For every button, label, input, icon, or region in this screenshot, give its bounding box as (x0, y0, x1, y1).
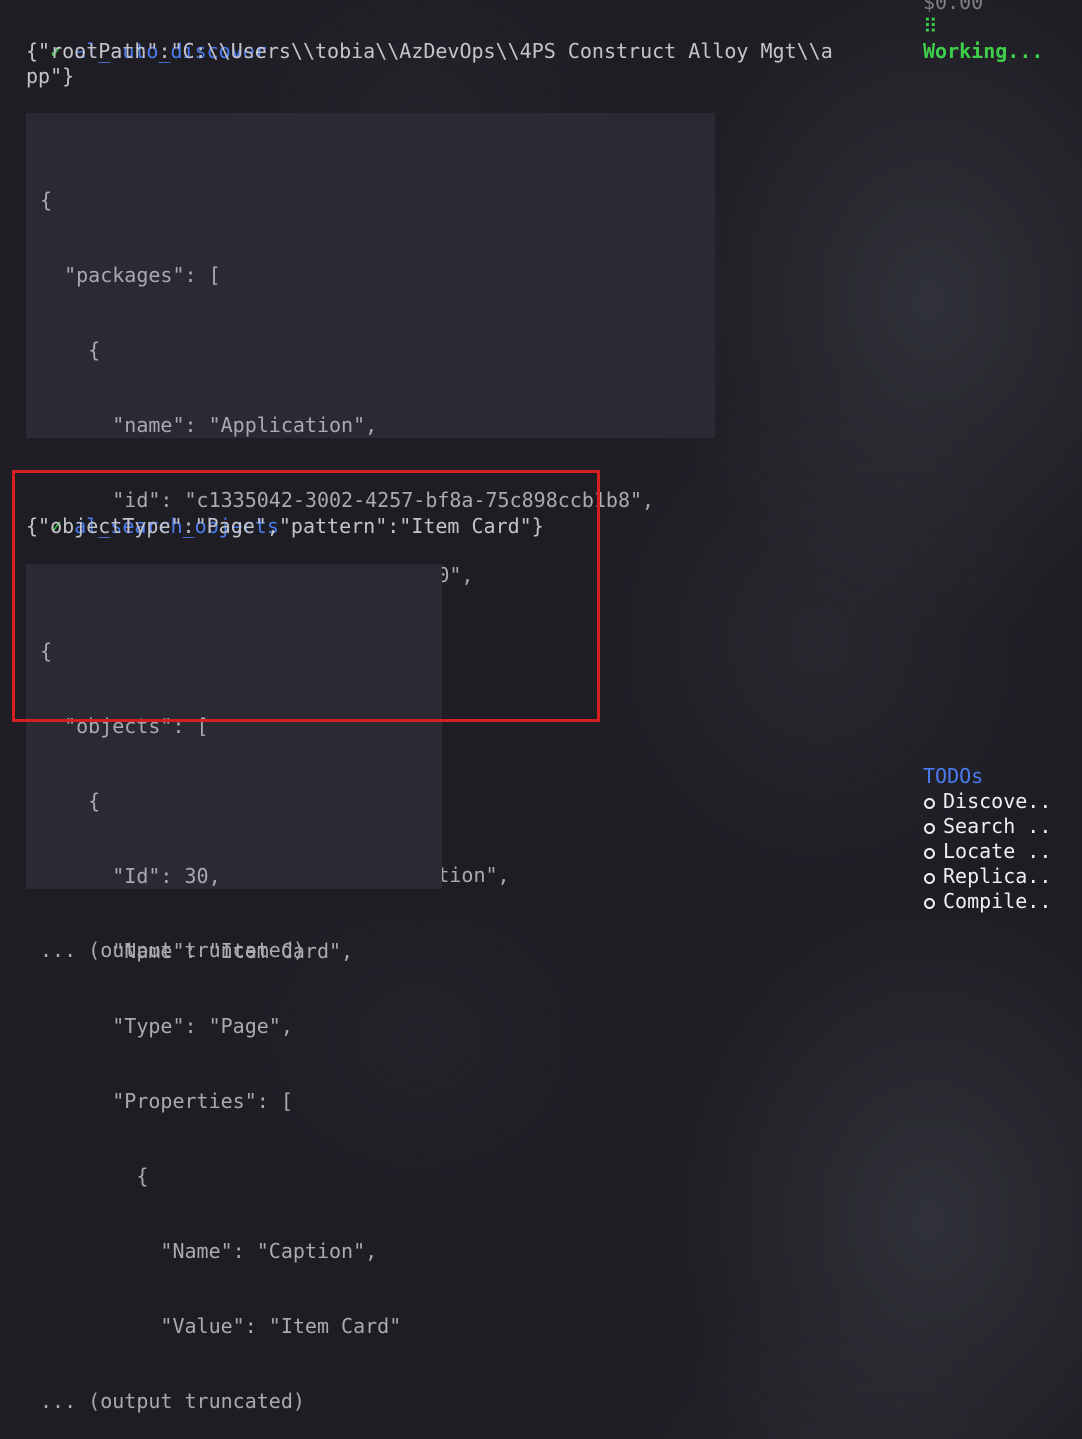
output-line: { (40, 188, 53, 212)
output-truncated-note: ... (output truncated) (40, 1389, 305, 1413)
tool-call-header-1: ✓ al_auto_discover (26, 14, 267, 63)
output-line: "name": "Application", (40, 413, 378, 437)
output-line: { (40, 338, 101, 362)
working-status: Working... (923, 39, 1044, 63)
output-line: "packages": [ (40, 263, 221, 287)
todo-circle-icon (924, 798, 935, 809)
todo-item[interactable]: Compile.. (923, 889, 1051, 914)
todo-item[interactable]: Replica.. (923, 864, 1051, 889)
output-line: "Value": "Item Card" (40, 1314, 402, 1338)
tool-output-box-2: { "objects": [ { "Id": 30, "Name": "Item… (26, 564, 442, 1413)
todo-circle-icon (924, 898, 935, 909)
tool-args-line: {"rootPath":"C:\\Users\\tobia\\AzDevOps\… (26, 39, 833, 63)
output-line: { (40, 1164, 149, 1188)
spinner-icon: ⠿ (923, 14, 938, 38)
todo-item[interactable]: Locate .. (923, 839, 1051, 864)
session-cost: $0.00 (923, 0, 984, 14)
todo-item-label: Compile.. (943, 889, 1052, 913)
todo-item-label: Replica.. (943, 864, 1052, 888)
todo-item[interactable]: Search .. (923, 814, 1051, 839)
todo-circle-icon (924, 848, 935, 859)
output-line: "Id": 30, (40, 864, 221, 888)
tool-output-box-1: { "packages": [ { "name": "Application",… (26, 113, 715, 962)
todo-item-label: Locate .. (943, 839, 1052, 863)
tool-call-header-2: ✓ al_search_objects (26, 489, 279, 538)
todo-item[interactable]: Discove.. (923, 789, 1051, 814)
todos-title: TODOs (923, 764, 984, 788)
tool-args-line: {"objectType":"Page","pattern":"Item Car… (26, 514, 544, 538)
output-line: "Name": "Item Card", (40, 939, 354, 963)
output-line: "Type": "Page", (40, 1014, 293, 1038)
todo-circle-icon (924, 873, 935, 884)
output-line: "Properties": [ (40, 1089, 293, 1113)
output-line: { (40, 789, 101, 813)
todo-item-label: Search .. (943, 814, 1052, 838)
output-line: { (40, 639, 53, 663)
output-line: "Name": "Caption", (40, 1239, 378, 1263)
tool-args-line: pp"} (26, 64, 75, 88)
todo-circle-icon (924, 823, 935, 834)
output-line: "objects": [ (40, 714, 209, 738)
todo-item-label: Discove.. (943, 789, 1052, 813)
